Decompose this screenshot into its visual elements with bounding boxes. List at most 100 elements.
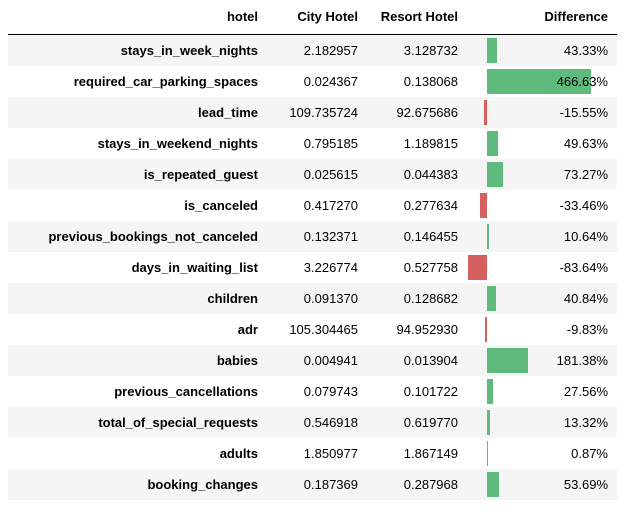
difference-value: 27.56% (563, 384, 608, 399)
table-row: previous_bookings_not_canceled 0.132371 0.… (8, 221, 617, 252)
difference-cell: -83.64% (466, 252, 617, 283)
difference-cell: 181.38% (466, 345, 617, 376)
difference-cell: 73.27% (466, 159, 617, 190)
resort-hotel-value: 1.189815 (403, 136, 458, 151)
positive-bar (487, 410, 490, 435)
positive-bar (487, 348, 528, 373)
city-hotel-value: 0.132371 (303, 229, 358, 244)
difference-cell: 40.84% (466, 283, 617, 314)
difference-cell: 27.56% (466, 376, 617, 407)
city-hotel-value: 0.795185 (303, 136, 358, 151)
city-hotel-value: 105.304465 (289, 322, 358, 337)
column-header-difference: Difference (544, 9, 608, 24)
difference-value: 13.32% (563, 415, 608, 430)
index-label: hotel (226, 9, 258, 24)
resort-hotel-value: 92.675686 (396, 105, 458, 120)
resort-hotel-value: 0.044383 (403, 167, 458, 182)
table-row: is_repeated_guest 0.025615 0.044383 73.27% (8, 159, 617, 190)
difference-cell: 466.63% (466, 66, 617, 97)
difference-cell: -33.46% (466, 190, 617, 221)
row-label: previous_cancellations (114, 384, 258, 399)
city-hotel-value: 0.187369 (303, 477, 358, 492)
positive-bar (487, 162, 504, 187)
difference-value: 40.84% (563, 291, 608, 306)
difference-cell: 49.63% (466, 128, 617, 159)
row-label: adults (219, 446, 258, 461)
resort-hotel-value: 0.013904 (403, 353, 458, 368)
table-row: previous_cancellations 0.079743 0.101722 27… (8, 376, 617, 407)
row-label: days_in_waiting_list (131, 260, 258, 275)
resort-hotel-value: 0.128682 (403, 291, 458, 306)
styled-dataframe: hotel City Hotel Resort Hotel Difference… (8, 2, 617, 500)
resort-hotel-value: 0.138068 (403, 74, 458, 89)
column-header-resort-hotel: Resort Hotel (380, 9, 458, 24)
city-hotel-value: 3.226774 (303, 260, 358, 275)
table-row: babies 0.004941 0.013904 181.38% (8, 345, 617, 376)
city-hotel-value: 0.091370 (303, 291, 358, 306)
table-body: stays_in_week_nights 2.182957 3.128732 43.3… (8, 35, 617, 500)
table-row: adults 1.850977 1.867149 0.87% (8, 438, 617, 469)
difference-cell: 0.87% (466, 438, 617, 469)
positive-bar (487, 224, 490, 249)
difference-value: 43.33% (563, 43, 608, 58)
difference-value: 181.38% (556, 353, 608, 368)
difference-cell: 10.64% (466, 221, 617, 252)
city-hotel-value: 0.546918 (303, 415, 358, 430)
negative-bar (479, 193, 487, 218)
city-hotel-value: 1.850977 (303, 446, 358, 461)
row-label: children (207, 291, 258, 306)
table-row: stays_in_weekend_nights 0.795185 1.189815 4… (8, 128, 617, 159)
difference-cell: 13.32% (466, 407, 617, 438)
city-hotel-value: 0.004941 (303, 353, 358, 368)
difference-value: 53.69% (563, 477, 608, 492)
resort-hotel-value: 0.287968 (403, 477, 458, 492)
resort-hotel-value: 0.146455 (403, 229, 458, 244)
positive-bar (487, 286, 497, 311)
resort-hotel-value: 3.128732 (403, 43, 458, 58)
positive-bar (487, 131, 499, 156)
table-row: adr 105.304465 94.952930 -9.83% (8, 314, 617, 345)
resort-hotel-value: 94.952930 (396, 322, 458, 337)
row-label: babies (216, 353, 258, 368)
row-label: stays_in_weekend_nights (97, 136, 258, 151)
row-label: adr (237, 322, 258, 337)
difference-cell: 53.69% (466, 469, 617, 500)
row-label: total_of_special_requests (98, 415, 258, 430)
city-hotel-value: 109.735724 (289, 105, 358, 120)
table-row: required_car_parking_spaces 0.024367 0.138… (8, 66, 617, 97)
difference-value: -83.64% (559, 260, 608, 275)
difference-value: 0.87% (571, 446, 608, 461)
difference-cell: -9.83% (466, 314, 617, 345)
row-label: lead_time (198, 105, 258, 120)
difference-cell: -15.55% (466, 97, 617, 128)
positive-bar (487, 38, 497, 63)
difference-value: -15.55% (559, 105, 608, 120)
difference-value: 10.64% (563, 229, 608, 244)
positive-bar (487, 379, 494, 404)
table-row: children 0.091370 0.128682 40.84% (8, 283, 617, 314)
table-row: days_in_waiting_list 3.226774 0.527758 -83.… (8, 252, 617, 283)
row-label: previous_bookings_not_canceled (48, 229, 258, 244)
difference-value: 466.63% (556, 74, 608, 89)
table-header: hotel City Hotel Resort Hotel Difference (8, 2, 617, 35)
resort-hotel-value: 0.277634 (403, 198, 458, 213)
row-label: is_repeated_guest (143, 167, 258, 182)
difference-cell: 43.33% (466, 35, 617, 66)
positive-bar (487, 472, 499, 497)
table-row: booking_changes 0.187369 0.287968 53.69% (8, 469, 617, 500)
resort-hotel-value: 0.101722 (403, 384, 458, 399)
negative-bar (484, 317, 487, 342)
city-hotel-value: 0.024367 (303, 74, 358, 89)
resort-hotel-value: 0.619770 (403, 415, 458, 430)
negative-bar (483, 100, 487, 125)
table-row: stays_in_week_nights 2.182957 3.128732 43.3… (8, 35, 617, 66)
table-row: lead_time 109.735724 92.675686 -15.55% (8, 97, 617, 128)
row-label: stays_in_week_nights (120, 43, 258, 58)
city-hotel-value: 0.417270 (303, 198, 358, 213)
city-hotel-value: 2.182957 (303, 43, 358, 58)
difference-value: -9.83% (566, 322, 608, 337)
city-hotel-value: 0.025615 (303, 167, 358, 182)
difference-value: 73.27% (563, 167, 608, 182)
resort-hotel-value: 1.867149 (403, 446, 458, 461)
city-hotel-value: 0.079743 (303, 384, 358, 399)
